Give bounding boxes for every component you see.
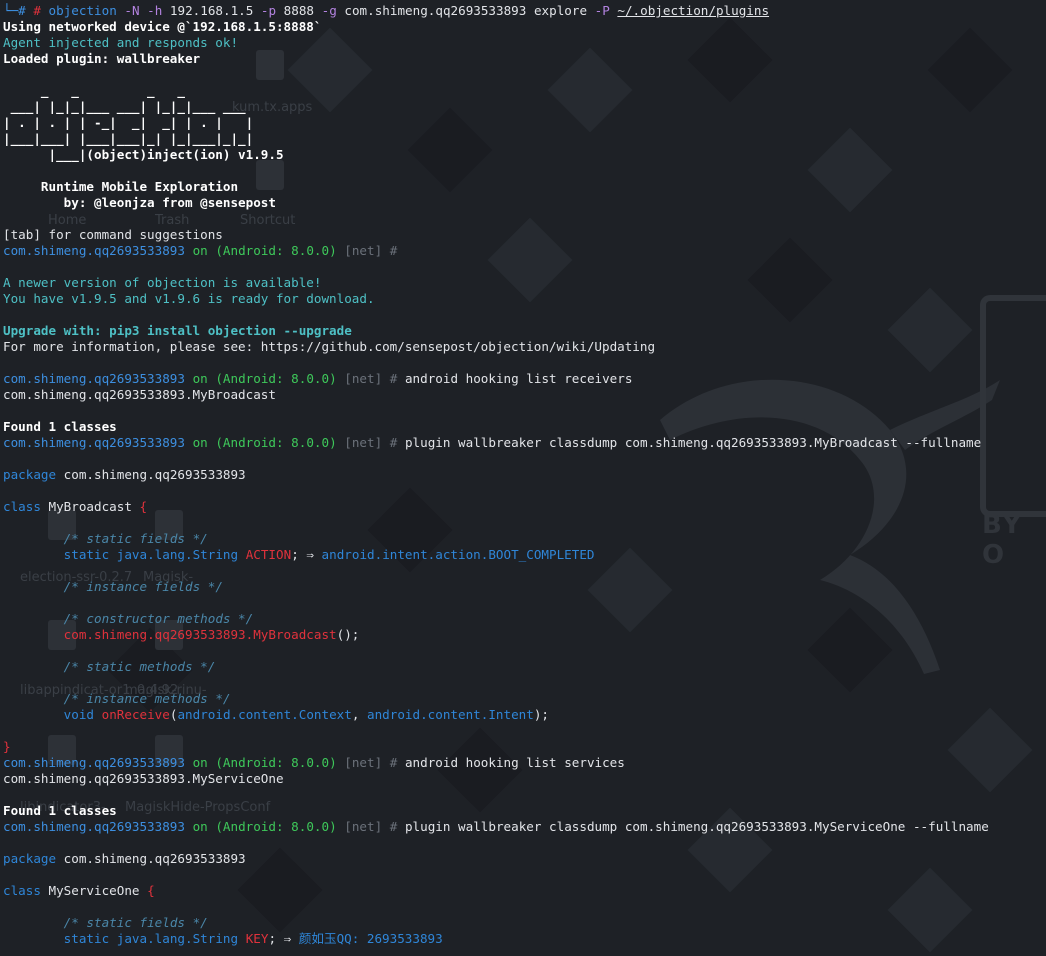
static-field: static java.lang.String ACTION; ⇒ androi… <box>63 547 595 562</box>
static-field: static java.lang.String KEY; ⇒ 颜如玉QQ: 26… <box>63 931 443 946</box>
package-declaration: package com.shimeng.qq2693533893 <box>3 851 246 866</box>
code-comment: /* instance fields */ <box>63 579 223 594</box>
more-info-line: For more information, please see: https:… <box>3 339 656 354</box>
banner-line: |___|___| |___|___|_| |_|___|_|_| <box>3 131 254 146</box>
found-classes: Found 1 classes <box>3 419 117 434</box>
code-comment: /* static fields */ <box>63 915 208 930</box>
instance-method: void onReceive(android.content.Context, … <box>63 707 549 722</box>
code-comment: /* instance methods */ <box>63 691 231 706</box>
class-declaration: class MyBroadcast { <box>3 499 148 514</box>
update-notice: A newer version of objection is availabl… <box>3 275 322 290</box>
class-declaration: class MyServiceOne { <box>3 883 155 898</box>
networked-device-line: Using networked device @`192.168.1.5:888… <box>3 19 322 34</box>
shell-command-line: └─# # objection -N -h 192.168.1.5 -p 888… <box>3 3 770 18</box>
objection-prompt: com.shimeng.qq2693533893 on (Android: 8.… <box>3 243 398 258</box>
service-result: com.shimeng.qq2693533893.MyServiceOne <box>3 771 284 786</box>
receiver-result: com.shimeng.qq2693533893.MyBroadcast <box>3 387 276 402</box>
banner-line: _ _ _ _ <box>3 83 185 98</box>
version-notice: You have v1.9.5 and v1.9.6 is ready for … <box>3 291 375 306</box>
agent-status-line: Agent injected and responds ok! <box>3 35 239 50</box>
banner-line: | . | . | | -_| _| _| | . | | <box>3 115 254 130</box>
byline: by: @leonjza from @sensepost <box>3 195 276 210</box>
upgrade-command: Upgrade with: pip3 install objection --u… <box>3 323 352 338</box>
code-comment: /* static fields */ <box>63 531 208 546</box>
terminal-output[interactable]: └─# # objection -N -h 192.168.1.5 -p 888… <box>3 3 1046 947</box>
banner-line: ___| |_|_|___ ___| |_|_|___ ___ <box>3 99 246 114</box>
package-declaration: package com.shimeng.qq2693533893 <box>3 467 246 482</box>
found-classes: Found 1 classes <box>3 803 117 818</box>
runtime-title: Runtime Mobile Exploration <box>3 179 239 194</box>
code-comment: /* static methods */ <box>63 659 216 674</box>
objection-prompt: com.shimeng.qq2693533893 on (Android: 8.… <box>3 371 633 386</box>
tab-hint: [tab] for command suggestions <box>3 227 223 242</box>
objection-prompt: com.shimeng.qq2693533893 on (Android: 8.… <box>3 819 989 834</box>
objection-prompt: com.shimeng.qq2693533893 on (Android: 8.… <box>3 755 625 770</box>
code-comment: /* constructor methods */ <box>63 611 254 626</box>
class-close-brace: } <box>3 739 11 754</box>
loaded-plugin-line: Loaded plugin: wallbreaker <box>3 51 201 66</box>
objection-prompt: com.shimeng.qq2693533893 on (Android: 8.… <box>3 435 982 450</box>
banner-line: |___|(object)inject(ion) v1.9.5 <box>3 147 284 162</box>
constructor: com.shimeng.qq2693533893.MyBroadcast(); <box>63 627 360 642</box>
